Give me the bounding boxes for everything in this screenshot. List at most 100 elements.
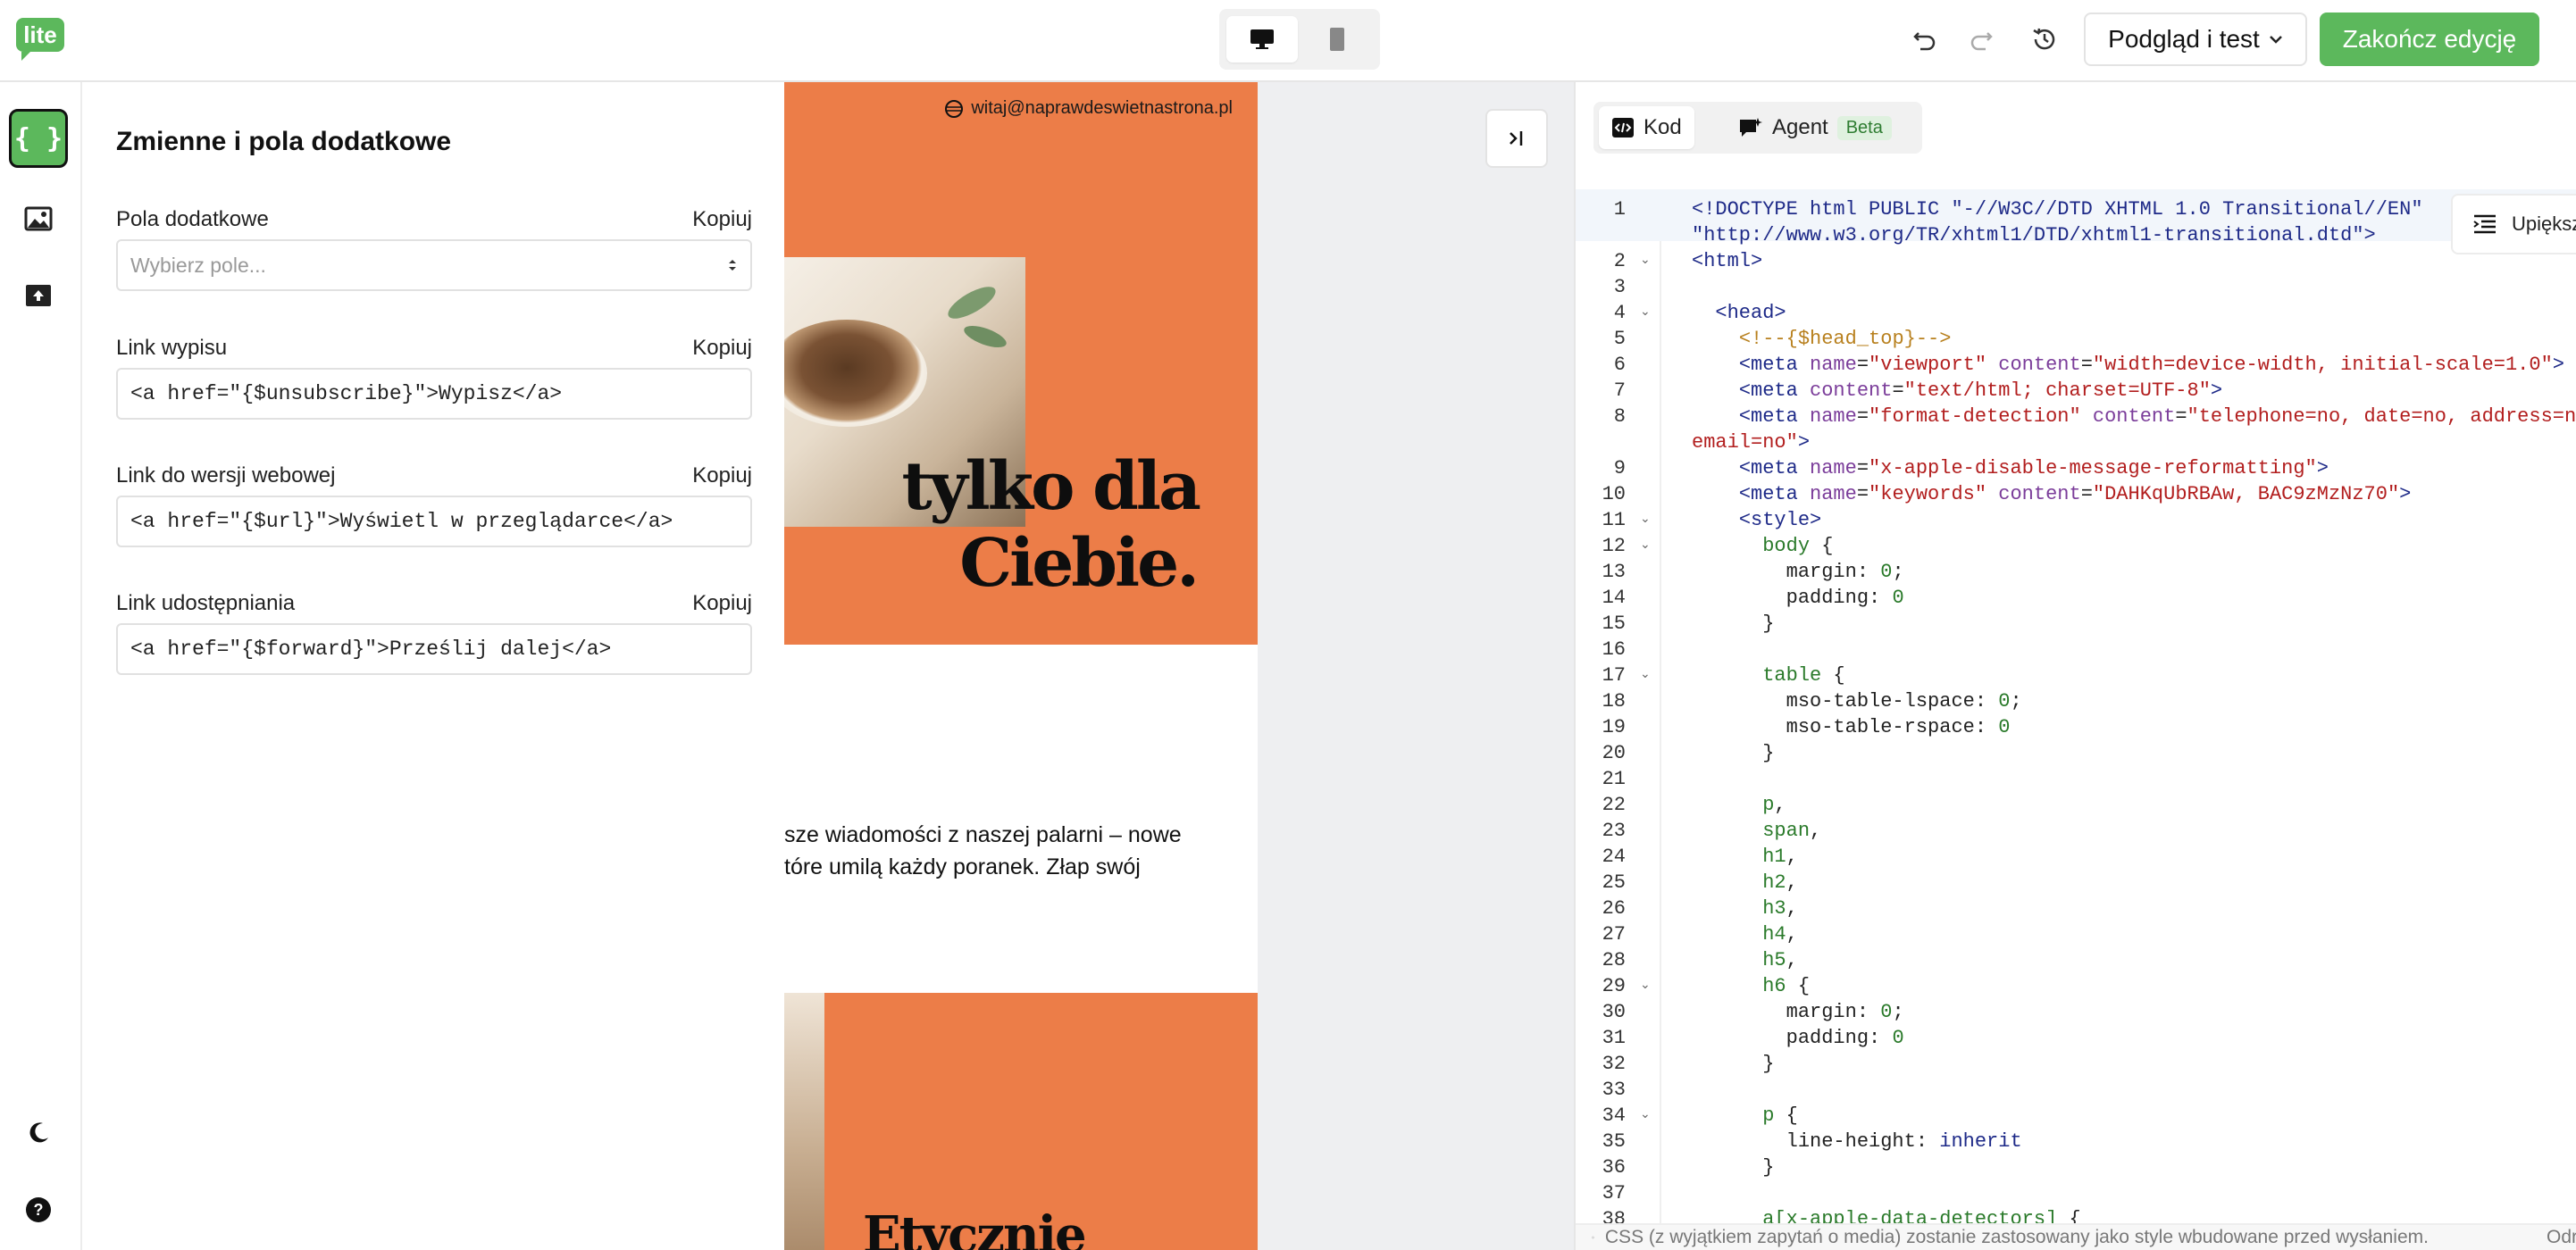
finish-editing-button[interactable]: Zakończ edycję	[2320, 12, 2539, 66]
code-line[interactable]: }	[1692, 1154, 1774, 1180]
unsubscribe-link-field[interactable]: <a href="{$unsubscribe}">Wypisz</a>	[116, 368, 752, 420]
body-line: tóre umilą każdy poranek. Złap swój	[784, 854, 1141, 879]
webversion-link-field[interactable]: <a href="{$url}">Wyświetl w przeglądarce…	[116, 496, 752, 547]
desktop-view-button[interactable]	[1226, 16, 1298, 62]
code-line[interactable]: <!--{$head_top}-->	[1692, 326, 1952, 352]
line-number: 26	[1602, 897, 1626, 920]
variables-tool-button[interactable]: { }	[9, 109, 68, 168]
code-line[interactable]: <meta name="format-detection" content="t…	[1692, 404, 2576, 429]
media-tool-button[interactable]	[9, 266, 68, 325]
line-number: 3	[1613, 276, 1626, 298]
code-line[interactable]: h3,	[1692, 896, 1798, 921]
line-number: 8	[1613, 405, 1626, 428]
copy-button[interactable]: Kopiuj	[692, 463, 752, 488]
line-number: 23	[1602, 820, 1626, 842]
code-line[interactable]: h1,	[1692, 844, 1798, 870]
code-line[interactable]: <style>	[1692, 507, 1821, 533]
history-button[interactable]	[2025, 20, 2064, 59]
copy-button[interactable]: Kopiuj	[692, 591, 752, 616]
hero-heading-line: tylko dla	[901, 448, 1201, 525]
email-preview[interactable]: witaj@naprawdeswietnastrona.pl tylko dla…	[784, 82, 1258, 1250]
help-button[interactable]: ?	[9, 1180, 68, 1239]
code-line[interactable]: <head>	[1692, 300, 1786, 326]
collapse-code-panel-button[interactable]	[1485, 109, 1548, 168]
line-number: 27	[1602, 923, 1626, 946]
mobile-icon	[1330, 28, 1344, 51]
code-line[interactable]: span,	[1692, 818, 1821, 844]
format-lines-icon	[2473, 214, 2496, 234]
second-hero-section[interactable]: Etycznie	[784, 993, 1258, 1250]
code-line[interactable]: <meta name="x-apple-disable-message-refo…	[1692, 455, 2329, 481]
code-line[interactable]: email=no">	[1692, 429, 1810, 455]
code-line[interactable]: mso-table-lspace: 0;	[1692, 688, 2022, 714]
code-line[interactable]: margin: 0;	[1692, 559, 1904, 585]
fold-chevron-icon[interactable]: ⌄	[1640, 973, 1652, 999]
line-number: 16	[1602, 638, 1626, 661]
code-line[interactable]: }	[1692, 1051, 1774, 1077]
dark-mode-button[interactable]	[9, 1104, 68, 1162]
custom-field-select[interactable]: Wybierz pole...	[116, 239, 752, 291]
fold-chevron-icon[interactable]: ⌄	[1640, 300, 1652, 326]
code-line[interactable]: p,	[1692, 792, 1786, 818]
code-editor[interactable]: 1 <!DOCTYPE html PUBLIC "-//W3C//DTD XHTM…	[1576, 189, 2576, 1229]
line-number: 31	[1602, 1027, 1626, 1049]
line-number	[1576, 429, 1661, 455]
info-icon	[1592, 1236, 1594, 1239]
code-line[interactable]: h5,	[1692, 947, 1798, 973]
code-line[interactable]: h2,	[1692, 870, 1798, 896]
fold-chevron-icon[interactable]: ⌄	[1640, 662, 1652, 688]
line-number: 32	[1602, 1053, 1626, 1075]
line-number: 13	[1602, 561, 1626, 583]
beautify-label: Upiększ	[2512, 212, 2576, 235]
coffee-cup	[784, 320, 927, 427]
code-line[interactable]: "http://www.w3.org/TR/xhtml1/DTD/xhtml1-…	[1692, 222, 2376, 248]
line-number: 19	[1602, 716, 1626, 738]
help-icon: ?	[26, 1197, 51, 1222]
fold-chevron-icon[interactable]: ⌄	[1640, 1103, 1652, 1129]
moon-icon	[29, 1122, 48, 1143]
code-line[interactable]: <meta name="viewport" content="width=dev…	[1692, 352, 2564, 378]
undo-button[interactable]	[1905, 20, 1945, 59]
share-link-field[interactable]: <a href="{$forward}">Prześlij dalej</a>	[116, 623, 752, 675]
copy-button[interactable]: Kopiuj	[692, 207, 752, 232]
code-line[interactable]: <html>	[1692, 248, 1762, 274]
code-line[interactable]: mso-table-rspace: 0	[1692, 714, 2011, 740]
leaf	[961, 321, 1009, 353]
line-number: 24	[1602, 846, 1626, 868]
second-hero-heading: Etycznie	[863, 1205, 1087, 1250]
email-address-text: witaj@naprawdeswietnastrona.pl	[971, 98, 1233, 118]
tab-code[interactable]: Kod	[1599, 106, 1694, 149]
code-line[interactable]: h6 {	[1692, 973, 1810, 999]
collapse-right-icon	[1510, 131, 1523, 146]
hero-section[interactable]: witaj@naprawdeswietnastrona.pl tylko dla…	[784, 82, 1258, 645]
code-line[interactable]: <meta name="keywords" content="DAHKqUbRB…	[1692, 481, 2412, 507]
copy-button[interactable]: Kopiuj	[692, 336, 752, 361]
code-line[interactable]: padding: 0	[1692, 585, 1904, 611]
mobile-view-button[interactable]	[1301, 16, 1373, 62]
fold-chevron-icon[interactable]: ⌄	[1640, 507, 1652, 533]
code-line[interactable]: p {	[1692, 1103, 1798, 1129]
code-line[interactable]: <meta content="text/html; charset=UTF-8"…	[1692, 378, 2222, 404]
email-canvas: witaj@naprawdeswietnastrona.pl tylko dla…	[784, 82, 1574, 1250]
app-logo[interactable]: lite	[16, 18, 64, 61]
code-line[interactable]: }	[1692, 611, 1774, 637]
code-line[interactable]: line-height: inherit	[1692, 1129, 2022, 1154]
image-tool-button[interactable]	[9, 189, 68, 248]
field-label: Pola dodatkowe	[116, 207, 269, 231]
fold-chevron-icon[interactable]: ⌄	[1640, 533, 1652, 559]
fold-chevron-icon[interactable]: ⌄	[1640, 248, 1652, 274]
line-number: 20	[1602, 742, 1626, 764]
code-line[interactable]: <!DOCTYPE html PUBLIC "-//W3C//DTD XHTML…	[1692, 196, 2423, 222]
code-line[interactable]: body {	[1692, 533, 1833, 559]
code-line[interactable]: h4,	[1692, 921, 1798, 947]
code-line[interactable]: }	[1692, 740, 1774, 766]
code-line[interactable]: padding: 0	[1692, 1025, 1904, 1051]
email-body-text[interactable]: sze wiadomości z naszej palarni – nowe t…	[784, 819, 1249, 883]
preview-test-dropdown[interactable]: Podgląd i test	[2084, 12, 2307, 66]
code-line[interactable]: margin: 0;	[1692, 999, 1904, 1025]
redo-button[interactable]	[1961, 20, 2001, 59]
code-line[interactable]: table {	[1692, 662, 1844, 688]
line-number: 33	[1602, 1079, 1626, 1101]
tab-agent[interactable]: Agent Beta	[1726, 106, 1904, 149]
beautify-button[interactable]: Upiększ	[2451, 194, 2576, 254]
